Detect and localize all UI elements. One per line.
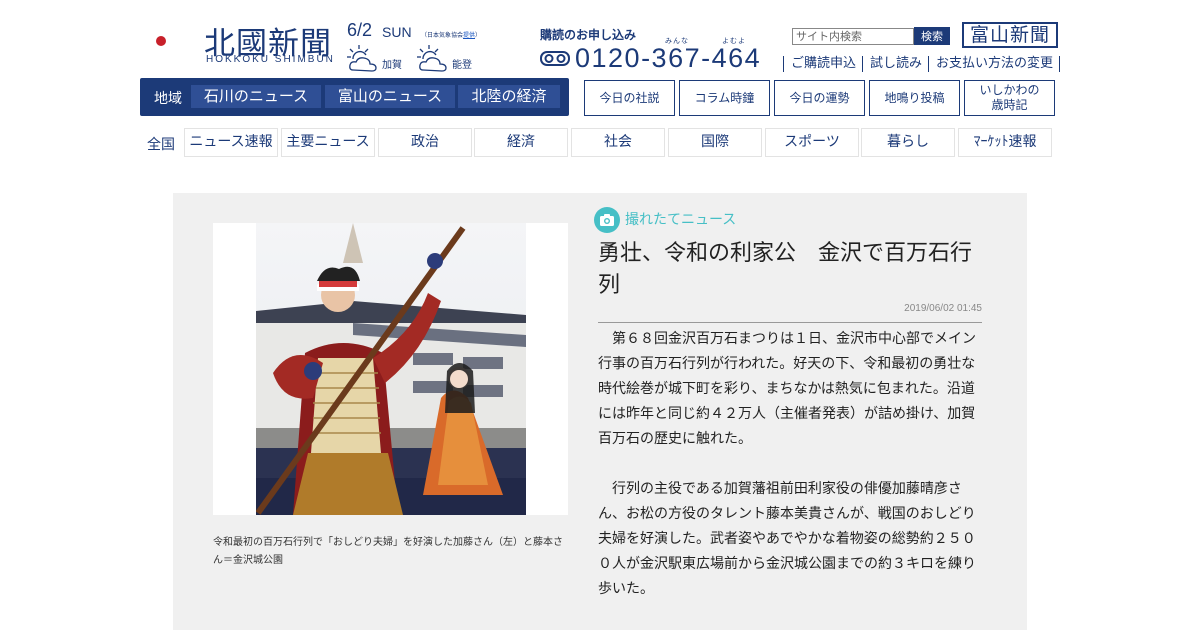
weather-area-noto: 能登 — [452, 60, 472, 71]
article-headline: 勇壮、令和の利家公 金沢で百万石行列 — [598, 241, 973, 298]
search-button[interactable]: 検索 — [914, 27, 950, 45]
subscribe-label: 購読のお申し込み — [540, 28, 637, 42]
weather-noto[interactable]: 能登 — [417, 44, 477, 74]
camera-icon — [594, 207, 620, 233]
link-trial[interactable]: 試し読み — [862, 56, 928, 72]
fortune-button[interactable]: 今日の運勢 — [774, 80, 865, 116]
category-society[interactable]: 社会 — [571, 128, 665, 157]
sun-cloud-icon — [347, 45, 377, 72]
logo-mark-icon — [153, 20, 198, 62]
link-subscribe[interactable]: ご購読申込 — [783, 56, 862, 72]
search-input[interactable] — [792, 28, 914, 45]
article-card: 令和最初の百万石行列で「おしどり夫婦」を好演した加藤さん（左）と藤本さん＝金沢城… — [173, 193, 1027, 630]
sun-cloud-icon — [417, 45, 447, 72]
weather-credit-suffix: ） — [475, 32, 482, 39]
current-weekday: SUN — [382, 24, 412, 40]
weather-credit: （日本気象協会提供） — [421, 30, 481, 39]
toyama-shimbun-button[interactable]: 富山新聞 — [962, 22, 1058, 48]
category-sports[interactable]: スポーツ — [765, 128, 859, 157]
weather-credit-link[interactable]: 提供 — [463, 32, 475, 39]
column-jisho-button[interactable]: コラム時鐘 — [679, 80, 770, 116]
article-photo — [213, 223, 568, 515]
news-badge[interactable]: 撮れたてニュース — [625, 209, 736, 229]
logo-subtitle: HOKKOKU SHIMBUN — [206, 54, 335, 65]
article-body: 第６８回金沢百万石まつりは１日、金沢市中心部でメイン行事の百万石行列が行われた。… — [598, 327, 982, 627]
current-date: 6/2 — [347, 20, 373, 40]
category-market[interactable]: ﾏｰｹｯﾄ速報 — [958, 128, 1052, 157]
article-timestamp: 2019/06/02 01:45 — [904, 303, 982, 314]
photo-caption: 令和最初の百万石行列で「おしどり夫婦」を好演した加藤さん（左）と藤本さん＝金沢城… — [213, 537, 563, 566]
link-payment[interactable]: お支払い方法の変更 — [928, 56, 1061, 72]
tab-ishikawa-news[interactable]: 石川のニュース — [191, 85, 321, 108]
parade-photo-illustration — [213, 223, 568, 515]
reader-posts-button[interactable]: 地鳴り投稿 — [869, 80, 960, 116]
category-living[interactable]: 暮らし — [861, 128, 955, 157]
header-links: ご購読申込 試し読み お支払い方法の変更 — [783, 56, 1061, 72]
weather-credit-prefix: （日本気象協会 — [421, 32, 464, 39]
tab-toyama-news[interactable]: 富山のニュース — [325, 85, 455, 108]
region-nav: 地域 石川のニュース 富山のニュース 北陸の経済 — [140, 78, 569, 116]
saijiki-label: いしかわの 歳時記 — [979, 83, 1039, 113]
editorial-button[interactable]: 今日の社説 — [584, 80, 675, 116]
saijiki-line-2: 歳時記 — [991, 98, 1028, 112]
saijiki-button[interactable]: いしかわの 歳時記 — [964, 80, 1055, 116]
saijiki-line-1: いしかわの — [979, 83, 1040, 97]
headline-divider — [598, 322, 982, 323]
article-paragraph: 行列の主役である加賀藩祖前田利家役の俳優加藤晴彦さん、お松の方役のタレント藤本美… — [598, 481, 976, 597]
category-politics[interactable]: 政治 — [378, 128, 472, 157]
category-top-news[interactable]: 主要ニュース — [281, 128, 375, 157]
weather-area-kaga: 加賀 — [382, 60, 402, 71]
tab-hokuriku-economy[interactable]: 北陸の経済 — [458, 85, 560, 108]
weather-kaga[interactable]: 加賀 — [347, 44, 407, 74]
subscribe-phone[interactable]: 0120-367-464 — [575, 43, 761, 74]
site-logo[interactable]: 北國新聞 HOKKOKU SHIMBUN — [140, 16, 340, 68]
region-nav-label: 地域 — [154, 91, 182, 107]
category-economy[interactable]: 経済 — [474, 128, 568, 157]
freedial-icon — [540, 51, 570, 66]
article-paragraph: 第６８回金沢百万石まつりは１日、金沢市中心部でメイン行事の百万石行列が行われた。… — [598, 331, 976, 447]
category-nav-label: 全国 — [147, 137, 175, 153]
category-breaking-news[interactable]: ニュース速報 — [184, 128, 278, 157]
category-international[interactable]: 国際 — [668, 128, 762, 157]
